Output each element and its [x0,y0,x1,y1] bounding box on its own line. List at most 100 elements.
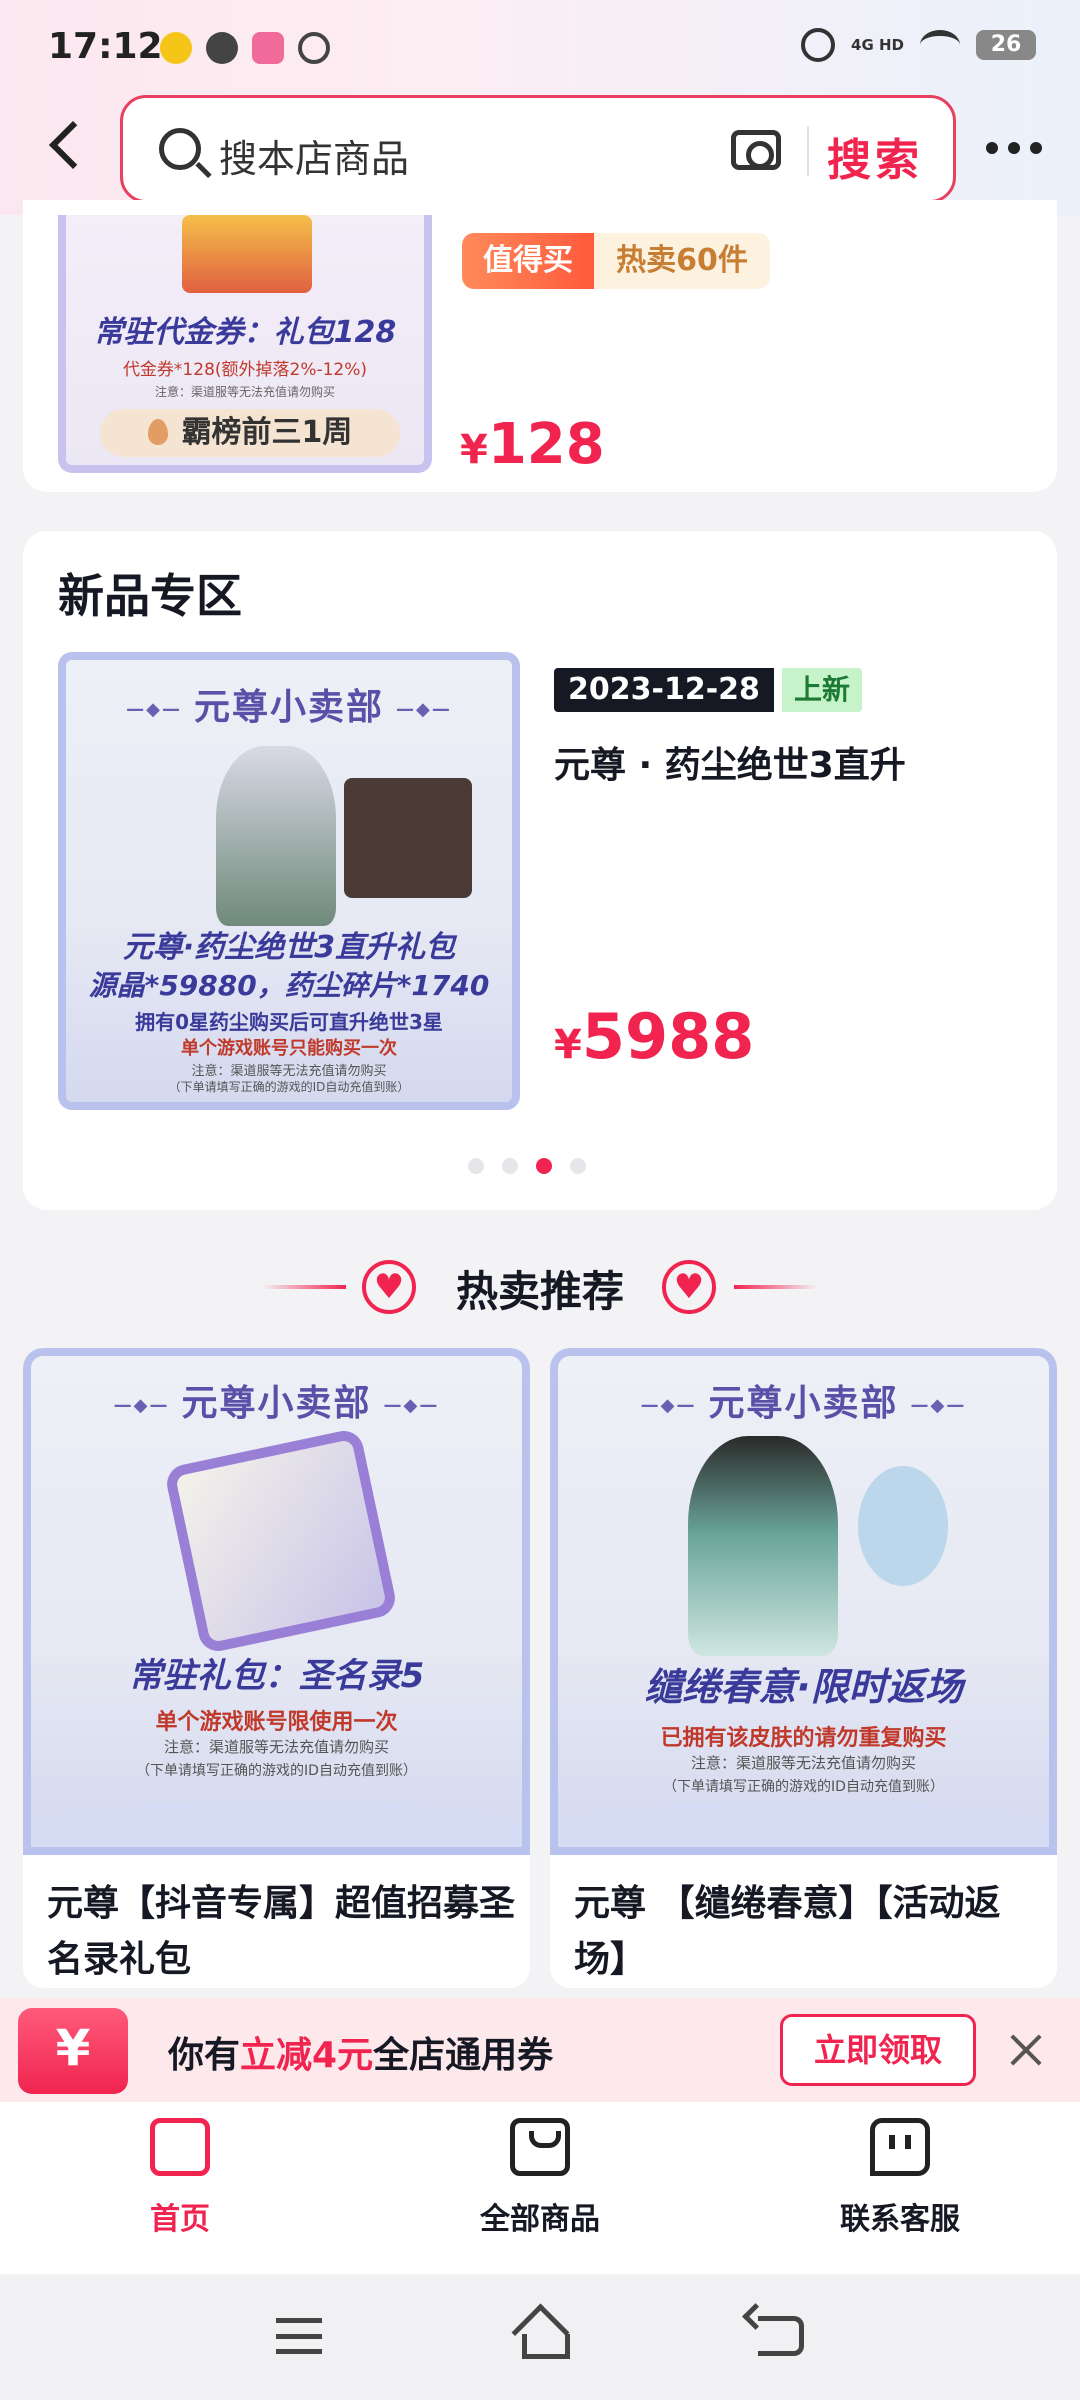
tab-label: 全部商品 [480,2202,600,2237]
image-line: 已拥有该皮肤的请勿重复购买 [660,1726,947,1751]
battery-indicator: 26 [976,30,1036,60]
tab-customer-service[interactable]: 联系客服 [780,2118,1020,2238]
image-line: 常驻礼包：圣名录5 [128,1656,425,1696]
search-button[interactable]: 搜索 [827,124,923,188]
product-card[interactable]: 元尊小卖部 缱绻春意·限时返场 已拥有该皮肤的请勿重复购买 注意：渠道服等无法充… [550,1348,1057,1988]
close-icon[interactable] [1006,2030,1046,2070]
heart-icon [662,1260,716,1314]
tab-all-products[interactable]: 全部商品 [420,2118,660,2238]
product-image[interactable]: 元尊小卖部 缱绻春意·限时返场 已拥有该皮肤的请勿重复购买 注意：渠道服等无法充… [550,1348,1057,1855]
product-price: ¥5988 [554,1000,754,1073]
worth-buying-tag: 值得买 [462,233,594,289]
search-icon [159,128,201,170]
product-card[interactable]: 元尊小卖部 常驻礼包：圣名录5 单个游戏账号限使用一次 注意：渠道服等无法充值请… [23,1348,530,1988]
image-note: 注意：渠道服等无法充值请勿购买 [163,1738,389,1756]
section-title: 热卖推荐 [455,1267,624,1316]
image-banner: 元尊小卖部 [558,1374,1049,1426]
search-placeholder: 搜本店商品 [219,137,410,181]
carousel-dot [502,1158,518,1174]
status-notification-icons [160,32,330,64]
tab-home[interactable]: 首页 [60,2118,300,2238]
product-name[interactable]: 元尊 · 药尘绝世3直升 [554,736,906,788]
notification-app-icon [160,32,192,64]
status-time: 17:12 [48,26,163,67]
status-indicators: 4G HD 26 [801,28,1036,62]
menu-icon[interactable] [276,2318,322,2354]
link-icon [298,32,330,64]
claim-coupon-button[interactable]: 立即领取 [780,2014,976,2086]
hot-sale-count-tag: 热卖60件 [594,233,770,289]
back-nav-icon[interactable] [758,2316,804,2356]
coupon-text-suffix: 全店通用券 [373,2035,554,2076]
ranking-pill-text: 霸榜前三1周 [181,415,353,450]
product-image[interactable]: 常驻代金券：礼包128 代金券*128(额外掉落2%-12%) 注意：渠道服等无… [58,215,432,473]
decor-line [734,1285,818,1289]
home-icon[interactable] [514,2308,570,2359]
hot-section-header: 热卖推荐 [0,1252,1080,1322]
chat-icon [870,2118,930,2176]
product-name[interactable]: 元尊 【缱绻春意】【活动返场】 [574,1876,1044,1988]
character-figure [216,746,336,926]
more-options-icon[interactable] [986,142,1042,154]
scroll-graphic [163,1427,399,1655]
alarm-icon [801,28,836,62]
image-note: （下单请填写正确的游戏的ID自动充值到账） [168,1080,410,1094]
carousel-indicator [468,1158,586,1174]
new-arrival-tag: 上新 [782,668,863,712]
cabinet-graphic [344,778,472,898]
carousel-dot [468,1158,484,1174]
product-price: ¥128 [460,412,605,477]
image-note: 注意：渠道服等无法充值请勿购买 [690,1754,916,1772]
coupon-amount: 立减4元 [240,2035,374,2076]
image-subtitle: 代金券*128(额外掉落2%-12%) [122,360,368,380]
tab-label: 联系客服 [840,2202,960,2237]
flame-icon [147,419,168,445]
character-figure [688,1436,838,1656]
shopping-bag-icon [510,2118,570,2176]
product-image[interactable]: 元尊小卖部 常驻礼包：圣名录5 单个游戏账号限使用一次 注意：渠道服等无法充值请… [23,1348,530,1855]
system-navigation-bar [0,2274,1080,2400]
wechat-icon [206,32,238,64]
carousel-dot-active [536,1158,552,1174]
bottom-tab-bar: 首页 全部商品 联系客服 [0,2102,1080,2274]
search-input[interactable]: 搜本店商品 搜索 [120,95,956,203]
gift-box-graphic [182,215,312,293]
release-date-tag: 2023-12-28 [554,668,774,712]
carousel-dot [570,1158,586,1174]
currency-symbol: ¥ [460,427,488,473]
shop-icon [150,2118,210,2176]
network-indicator: 4G HD [851,36,904,54]
image-note: （下单请填写正确的游戏的ID自动充值到账） [136,1763,417,1779]
image-note: 注意：渠道服等无法充值请勿购买 [191,1064,387,1079]
tab-label: 首页 [150,2202,210,2237]
price-value: 5988 [581,1000,755,1073]
image-line: 拥有0星药尘购买后可直升绝世3星 [135,1010,443,1034]
wave-decoration [31,1801,522,1847]
status-bar: 17:12 4G HD 26 [0,0,1080,100]
wave-decoration [558,1801,1049,1847]
image-line: 单个游戏账号限使用一次 [155,1710,398,1735]
product-image[interactable]: 元尊小卖部 元尊·药尘绝世3直升礼包 源晶*59880，药尘碎片*1740 拥有… [58,652,520,1110]
section-title: 新品专区 [58,569,242,623]
image-line: 源晶*59880，药尘碎片*1740 [88,969,490,1002]
ranking-pill: 霸榜前三1周 [100,409,400,457]
image-banner: 元尊小卖部 [31,1374,522,1426]
image-line: 单个游戏账号只能购买一次 [181,1038,397,1059]
coupon-text-prefix: 你有 [168,2035,241,2076]
price-value: 128 [487,412,605,477]
image-note: 注意：渠道服等无法充值请勿购买 [154,385,335,399]
image-line: 元尊·药尘绝世3直升礼包 [122,930,456,965]
coupon-text: 你有立减4元全店通用券 [168,2026,553,2078]
currency-symbol: ¥ [554,1022,582,1068]
image-banner: 元尊小卖部 [66,678,512,730]
coupon-bar: ¥ 你有立减4元全店通用券 立即领取 [0,1998,1080,2102]
image-note: （下单请填写正确的游戏的ID自动充值到账） [663,1779,944,1795]
camera-icon[interactable] [731,130,781,170]
bilibili-icon [252,32,284,64]
coupon-icon: ¥ [18,2008,128,2100]
search-divider [807,126,809,176]
product-name[interactable]: 元尊【抖音专属】超值招募圣名录礼包 [47,1876,517,1988]
image-line: 缱绻春意·限时返场 [644,1665,963,1709]
wifi-icon [920,30,960,60]
image-title: 常驻代金券：礼包128 [93,315,397,350]
